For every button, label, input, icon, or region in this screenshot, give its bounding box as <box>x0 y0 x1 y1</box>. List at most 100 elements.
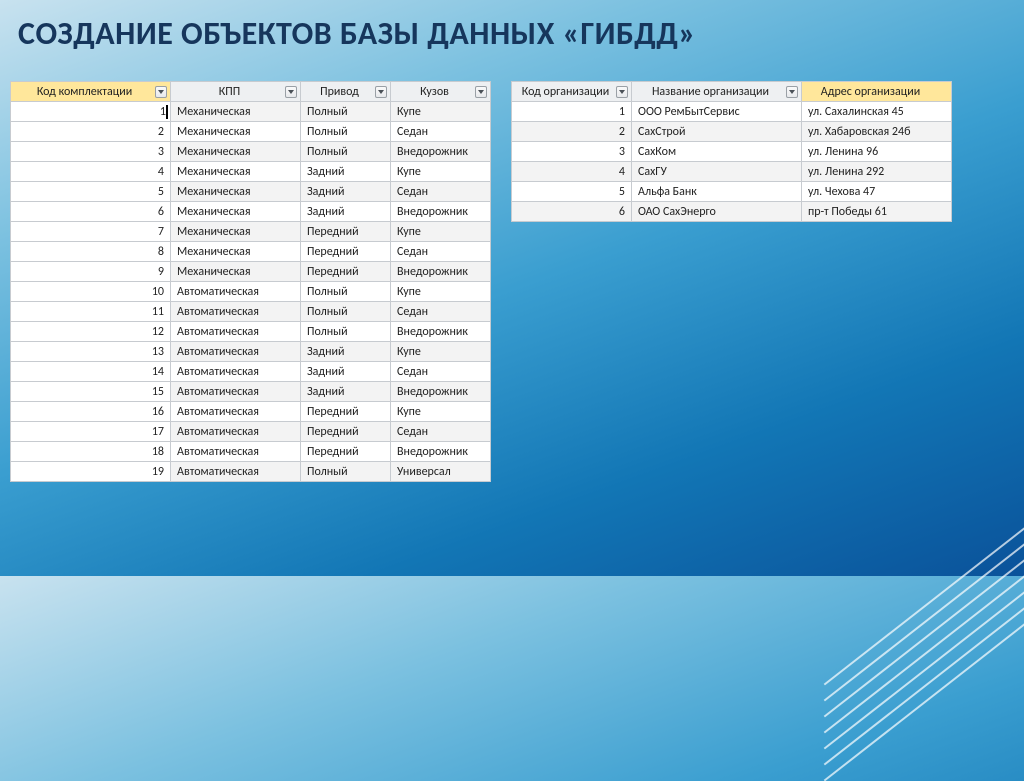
cell-config-code[interactable]: 9 <box>11 262 171 282</box>
cell-gearbox[interactable]: Автоматическая <box>171 422 301 442</box>
table-row[interactable]: 18АвтоматическаяПереднийВнедорожник <box>11 442 491 462</box>
table-row[interactable]: 3МеханическаяПолныйВнедорожник <box>11 142 491 162</box>
cell-body[interactable]: Внедорожник <box>391 382 491 402</box>
cell-org-name[interactable]: ООО РемБытСервис <box>632 102 802 122</box>
cell-body[interactable]: Седан <box>391 362 491 382</box>
cell-gearbox[interactable]: Автоматическая <box>171 462 301 482</box>
cell-gearbox[interactable]: Автоматическая <box>171 442 301 462</box>
cell-body[interactable]: Купе <box>391 402 491 422</box>
cell-config-code[interactable]: 6 <box>11 202 171 222</box>
cell-body[interactable]: Седан <box>391 242 491 262</box>
cell-config-code[interactable]: 2 <box>11 122 171 142</box>
cell-drive[interactable]: Передний <box>301 242 391 262</box>
cell-body[interactable]: Внедорожник <box>391 442 491 462</box>
cell-config-code[interactable]: 4 <box>11 162 171 182</box>
col-config-code[interactable]: Код комплектации <box>11 82 171 102</box>
cell-config-code[interactable]: 14 <box>11 362 171 382</box>
cell-org-address[interactable]: ул. Ленина 292 <box>802 162 952 182</box>
cell-drive[interactable]: Передний <box>301 402 391 422</box>
dropdown-icon[interactable] <box>475 86 487 98</box>
col-org-name[interactable]: Название организации <box>632 82 802 102</box>
cell-gearbox[interactable]: Механическая <box>171 102 301 122</box>
cell-gearbox[interactable]: Механическая <box>171 122 301 142</box>
cell-config-code[interactable]: 3 <box>11 142 171 162</box>
cell-gearbox[interactable]: Автоматическая <box>171 322 301 342</box>
table-row[interactable]: 15АвтоматическаяЗаднийВнедорожник <box>11 382 491 402</box>
table-row[interactable]: 4МеханическаяЗаднийКупе <box>11 162 491 182</box>
cell-drive[interactable]: Задний <box>301 162 391 182</box>
table-row[interactable]: 8МеханическаяПереднийСедан <box>11 242 491 262</box>
cell-org-code[interactable]: 2 <box>512 122 632 142</box>
cell-gearbox[interactable]: Механическая <box>171 262 301 282</box>
cell-org-code[interactable]: 4 <box>512 162 632 182</box>
table-row[interactable]: 11АвтоматическаяПолныйСедан <box>11 302 491 322</box>
table-row[interactable]: 12АвтоматическаяПолныйВнедорожник <box>11 322 491 342</box>
dropdown-icon[interactable] <box>155 86 167 98</box>
cell-gearbox[interactable]: Автоматическая <box>171 282 301 302</box>
cell-drive[interactable]: Передний <box>301 222 391 242</box>
dropdown-icon[interactable] <box>375 86 387 98</box>
cell-config-code[interactable]: 7 <box>11 222 171 242</box>
table-row[interactable]: 6МеханическаяЗаднийВнедорожник <box>11 202 491 222</box>
cell-body[interactable]: Седан <box>391 302 491 322</box>
cell-drive[interactable]: Задний <box>301 202 391 222</box>
cell-drive[interactable]: Полный <box>301 282 391 302</box>
cell-body[interactable]: Седан <box>391 182 491 202</box>
col-gearbox[interactable]: КПП <box>171 82 301 102</box>
cell-config-code[interactable]: 15 <box>11 382 171 402</box>
table-row[interactable]: 7МеханическаяПереднийКупе <box>11 222 491 242</box>
dropdown-icon[interactable] <box>616 86 628 98</box>
table-row[interactable]: 14АвтоматическаяЗаднийСедан <box>11 362 491 382</box>
cell-config-code[interactable]: 12 <box>11 322 171 342</box>
cell-org-name[interactable]: Альфа Банк <box>632 182 802 202</box>
cell-drive[interactable]: Полный <box>301 322 391 342</box>
cell-org-code[interactable]: 3 <box>512 142 632 162</box>
table-row[interactable]: 16АвтоматическаяПереднийКупе <box>11 402 491 422</box>
cell-org-name[interactable]: СахСтрой <box>632 122 802 142</box>
cell-gearbox[interactable]: Автоматическая <box>171 362 301 382</box>
table-row[interactable]: 1МеханическаяПолныйКупе <box>11 102 491 122</box>
table-row[interactable]: 6ОАО СахЭнергопр-т Победы 61 <box>512 202 952 222</box>
cell-drive[interactable]: Передний <box>301 442 391 462</box>
dropdown-icon[interactable] <box>786 86 798 98</box>
cell-gearbox[interactable]: Механическая <box>171 222 301 242</box>
table-row[interactable]: 3СахКомул. Ленина 96 <box>512 142 952 162</box>
cell-body[interactable]: Седан <box>391 122 491 142</box>
table-row[interactable]: 19АвтоматическаяПолныйУниверсал <box>11 462 491 482</box>
cell-drive[interactable]: Полный <box>301 122 391 142</box>
table-row[interactable]: 13АвтоматическаяЗаднийКупе <box>11 342 491 362</box>
cell-body[interactable]: Купе <box>391 102 491 122</box>
cell-body[interactable]: Внедорожник <box>391 262 491 282</box>
cell-body[interactable]: Купе <box>391 222 491 242</box>
cell-body[interactable]: Универсал <box>391 462 491 482</box>
cell-drive[interactable]: Передний <box>301 262 391 282</box>
cell-body[interactable]: Купе <box>391 162 491 182</box>
cell-gearbox[interactable]: Механическая <box>171 162 301 182</box>
table-row[interactable]: 2СахСтройул. Хабаровская 24б <box>512 122 952 142</box>
cell-org-address[interactable]: ул. Ленина 96 <box>802 142 952 162</box>
cell-config-code[interactable]: 1 <box>11 102 171 122</box>
cell-gearbox[interactable]: Механическая <box>171 142 301 162</box>
cell-config-code[interactable]: 11 <box>11 302 171 322</box>
col-body[interactable]: Кузов <box>391 82 491 102</box>
cell-config-code[interactable]: 16 <box>11 402 171 422</box>
col-org-address[interactable]: Адрес организации <box>802 82 952 102</box>
table-row[interactable]: 10АвтоматическаяПолныйКупе <box>11 282 491 302</box>
cell-org-address[interactable]: ул. Сахалинская 45 <box>802 102 952 122</box>
cell-org-code[interactable]: 6 <box>512 202 632 222</box>
dropdown-icon[interactable] <box>285 86 297 98</box>
col-drive[interactable]: Привод <box>301 82 391 102</box>
cell-org-code[interactable]: 5 <box>512 182 632 202</box>
cell-drive[interactable]: Полный <box>301 142 391 162</box>
cell-org-code[interactable]: 1 <box>512 102 632 122</box>
cell-drive[interactable]: Задний <box>301 362 391 382</box>
table-row[interactable]: 2МеханическаяПолныйСедан <box>11 122 491 142</box>
cell-gearbox[interactable]: Механическая <box>171 202 301 222</box>
table-row[interactable]: 17АвтоматическаяПереднийСедан <box>11 422 491 442</box>
cell-body[interactable]: Седан <box>391 422 491 442</box>
table-row[interactable]: 5МеханическаяЗаднийСедан <box>11 182 491 202</box>
cell-org-name[interactable]: СахГУ <box>632 162 802 182</box>
cell-body[interactable]: Купе <box>391 342 491 362</box>
cell-drive[interactable]: Полный <box>301 302 391 322</box>
cell-org-name[interactable]: ОАО СахЭнерго <box>632 202 802 222</box>
